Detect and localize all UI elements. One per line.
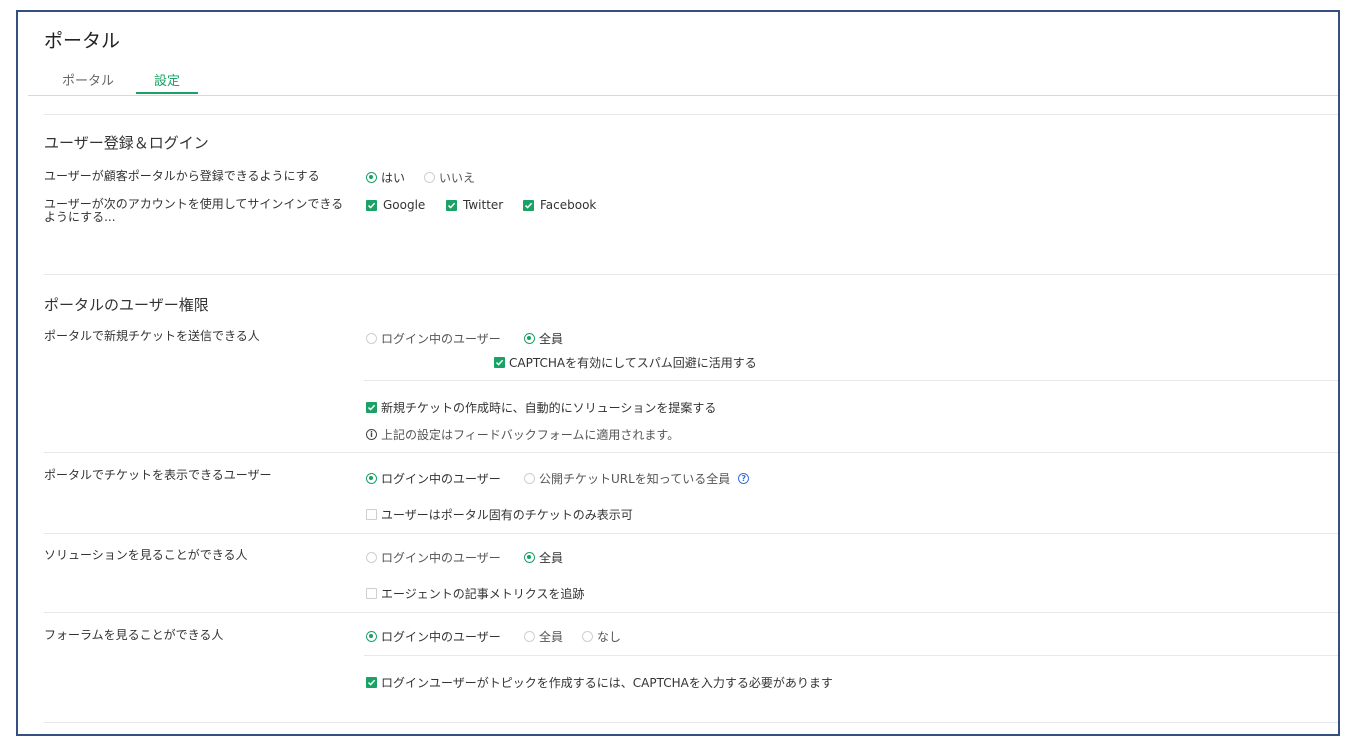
view-ticket-label: ポータルでチケットを表示できるユーザー bbox=[44, 468, 272, 482]
submit-ticket-label: ポータルで新規チケットを送信できる人 bbox=[44, 329, 260, 343]
view-ticket-public-url-label: 公開チケットURLを知っている全員 bbox=[539, 472, 731, 486]
captcha-spam-checkbox[interactable]: CAPTCHAを有効にしてスパム回避に活用する bbox=[494, 354, 757, 371]
radio-selected-icon bbox=[366, 172, 377, 183]
divider bbox=[44, 612, 1338, 613]
divider bbox=[44, 114, 1338, 115]
radio-selected-icon bbox=[366, 631, 377, 642]
feedback-form-note: i 上記の設定はフィードバックフォームに適用されます。 bbox=[366, 426, 679, 443]
checkbox-unchecked-icon bbox=[366, 509, 377, 520]
solutions-logged-in-label: ログイン中のユーザー bbox=[381, 551, 501, 565]
forums-everyone-radio[interactable]: 全員 bbox=[524, 628, 563, 645]
submit-logged-in-radio[interactable]: ログイン中のユーザー bbox=[366, 330, 501, 347]
signin-google-label: Google bbox=[383, 198, 426, 212]
divider bbox=[44, 452, 1338, 453]
signup-yes-label: はい bbox=[381, 171, 406, 185]
signin-label-line2: ようにする... bbox=[44, 210, 116, 224]
radio-selected-icon bbox=[366, 473, 377, 484]
captcha-topic-checkbox[interactable]: ログインユーザーがトピックを作成するには、CAPTCHAを入力する必要があります bbox=[366, 674, 833, 691]
divider bbox=[44, 722, 1338, 723]
checkbox-checked-icon bbox=[366, 402, 377, 413]
divider bbox=[44, 533, 1338, 534]
view-ticket-logged-in-radio[interactable]: ログイン中のユーザー bbox=[366, 470, 501, 487]
divider bbox=[364, 380, 1338, 381]
submit-everyone-radio[interactable]: 全員 bbox=[524, 330, 563, 347]
forums-none-label: なし bbox=[597, 630, 622, 644]
active-tab-indicator bbox=[136, 92, 198, 94]
submit-logged-in-label: ログイン中のユーザー bbox=[381, 332, 501, 346]
checkbox-checked-icon bbox=[494, 357, 505, 368]
portal-only-checkbox[interactable]: ユーザーはポータル固有のチケットのみ表示可 bbox=[366, 506, 633, 523]
divider bbox=[44, 274, 1338, 275]
info-icon: i bbox=[366, 429, 377, 440]
view-solutions-label: ソリューションを見ることができる人 bbox=[44, 548, 248, 562]
radio-unselected-icon bbox=[366, 333, 377, 344]
checkbox-checked-icon bbox=[523, 199, 534, 211]
track-metrics-checkbox[interactable]: エージェントの記事メトリクスを追跡 bbox=[366, 585, 584, 602]
solutions-everyone-radio[interactable]: 全員 bbox=[524, 549, 563, 566]
help-icon[interactable]: ? bbox=[738, 473, 750, 484]
solutions-logged-in-radio[interactable]: ログイン中のユーザー bbox=[366, 549, 501, 566]
section-title-registration: ユーザー登録＆ログイン bbox=[44, 134, 209, 152]
checkbox-unchecked-icon bbox=[366, 588, 377, 599]
forums-logged-in-radio[interactable]: ログイン中のユーザー bbox=[366, 628, 501, 645]
section-title-permissions: ポータルのユーザー権限 bbox=[44, 296, 209, 314]
signup-no-radio[interactable]: いいえ bbox=[424, 169, 475, 186]
radio-unselected-icon bbox=[424, 172, 435, 183]
solutions-everyone-label: 全員 bbox=[539, 551, 564, 565]
checkbox-checked-icon bbox=[446, 199, 457, 211]
view-forums-label: フォーラムを見ることができる人 bbox=[44, 628, 224, 642]
checkbox-checked-icon bbox=[366, 199, 377, 211]
signup-yes-radio[interactable]: はい bbox=[366, 169, 405, 186]
forums-none-radio[interactable]: なし bbox=[582, 628, 621, 645]
suggest-solutions-checkbox[interactable]: 新規チケットの作成時に、自動的にソリューションを提案する bbox=[366, 399, 716, 416]
tab-settings[interactable]: 設定 bbox=[154, 70, 180, 89]
feedback-form-note-text: 上記の設定はフィードバックフォームに適用されます。 bbox=[381, 428, 680, 442]
tabs-divider bbox=[28, 95, 1338, 96]
signup-no-label: いいえ bbox=[439, 171, 476, 185]
page-title: ポータル bbox=[44, 30, 121, 52]
captcha-topic-label: ログインユーザーがトピックを作成するには、CAPTCHAを入力する必要があります bbox=[381, 676, 833, 690]
divider bbox=[364, 655, 1338, 656]
radio-unselected-icon bbox=[524, 473, 535, 484]
captcha-spam-label: CAPTCHAを有効にしてスパム回避に活用する bbox=[509, 356, 757, 370]
radio-unselected-icon bbox=[524, 631, 535, 642]
track-metrics-label: エージェントの記事メトリクスを追跡 bbox=[381, 587, 585, 601]
forums-everyone-label: 全員 bbox=[539, 630, 564, 644]
signin-twitter-checkbox[interactable]: Twitter bbox=[446, 198, 503, 212]
signin-google-checkbox[interactable]: Google bbox=[366, 198, 425, 212]
radio-selected-icon bbox=[524, 333, 535, 344]
checkbox-checked-icon bbox=[366, 677, 377, 688]
radio-unselected-icon bbox=[582, 631, 593, 642]
signin-facebook-checkbox[interactable]: Facebook bbox=[523, 198, 596, 212]
signin-facebook-label: Facebook bbox=[540, 198, 597, 212]
tab-portal[interactable]: ポータル bbox=[62, 70, 114, 89]
allow-signup-label: ユーザーが顧客ポータルから登録できるようにする bbox=[44, 169, 320, 183]
portal-only-label: ユーザーはポータル固有のチケットのみ表示可 bbox=[381, 508, 633, 522]
radio-selected-icon bbox=[524, 552, 535, 563]
suggest-solutions-label: 新規チケットの作成時に、自動的にソリューションを提案する bbox=[381, 401, 717, 415]
submit-everyone-label: 全員 bbox=[539, 332, 564, 346]
portal-settings-window: ポータル ポータル 設定 ユーザー登録＆ログイン ユーザーが顧客ポータルから登録… bbox=[16, 10, 1340, 736]
view-ticket-logged-in-label: ログイン中のユーザー bbox=[381, 472, 501, 486]
view-ticket-public-url-radio[interactable]: 公開チケットURLを知っている全員 ? bbox=[524, 470, 750, 487]
signin-twitter-label: Twitter bbox=[463, 198, 504, 212]
forums-logged-in-label: ログイン中のユーザー bbox=[381, 630, 501, 644]
radio-unselected-icon bbox=[366, 552, 377, 563]
